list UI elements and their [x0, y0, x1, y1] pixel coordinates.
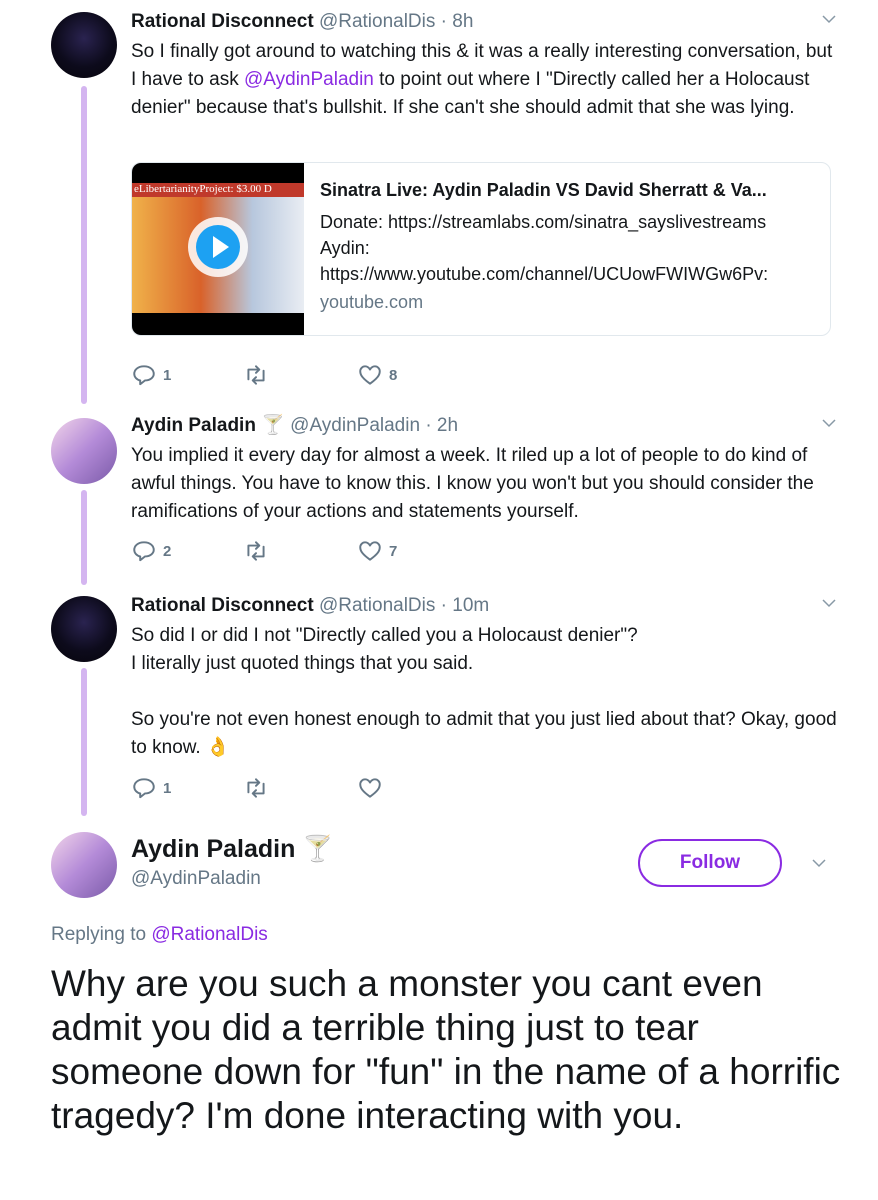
tweet-2: Aydin Paladin 🍸 @AydinPaladin · 2h You i… — [131, 414, 838, 526]
card-title[interactable]: Sinatra Live: Aydin Paladin VS David She… — [320, 177, 822, 203]
tweet-header: Aydin Paladin 🍸 @AydinPaladin · 2h — [131, 414, 838, 438]
author-name[interactable]: Rational Disconnect — [131, 595, 314, 616]
mention-link[interactable]: @RationalDis — [151, 924, 267, 945]
mention-link[interactable]: @AydinPaladin — [244, 69, 374, 90]
retweet-button[interactable] — [243, 775, 269, 801]
reply-button[interactable]: 2 — [131, 538, 171, 564]
tweet-3: Rational Disconnect @RationalDis · 10m S… — [131, 594, 838, 762]
retweet-icon — [247, 365, 265, 385]
reply-icon — [133, 365, 155, 386]
thumbnail-overlay-text: eLibertarianityProject: $3.00 D — [132, 183, 304, 197]
heart-icon — [359, 541, 381, 561]
tweet-1: Rational Disconnect @RationalDis · 8h So… — [131, 10, 838, 122]
chevron-down-icon[interactable] — [820, 10, 838, 36]
chevron-down-icon[interactable] — [820, 594, 838, 620]
reply-button[interactable]: 1 — [131, 362, 171, 388]
avatar-aydin-paladin[interactable] — [51, 832, 117, 898]
author-name[interactable]: Aydin Paladin — [131, 415, 256, 436]
thread-line — [81, 86, 87, 404]
card-domain: youtube.com — [320, 292, 424, 312]
avatar-rational-disconnect[interactable] — [51, 12, 117, 78]
card-text: Sinatra Live: Aydin Paladin VS David She… — [320, 177, 822, 315]
tweet-text: So I finally got around to watching this… — [131, 41, 833, 118]
reply-icon — [133, 541, 155, 562]
follow-button[interactable]: Follow — [638, 839, 782, 887]
author-handle[interactable]: @AydinPaladin — [131, 867, 333, 891]
avatar-rational-disconnect[interactable] — [51, 596, 117, 662]
like-count: 8 — [389, 366, 398, 384]
thread-line — [81, 490, 87, 585]
reply-count: 1 — [163, 779, 172, 797]
card-description: Donate: https://streamlabs.com/sinatra_s… — [320, 212, 769, 284]
like-button[interactable]: 7 — [357, 538, 397, 564]
tweet-time[interactable]: · 10m — [441, 595, 490, 616]
reply-icon — [133, 778, 155, 799]
cocktail-icon: 🍸 — [261, 415, 285, 436]
chevron-down-icon[interactable] — [820, 414, 838, 440]
retweet-button[interactable] — [243, 538, 269, 564]
tweet-header: Rational Disconnect @RationalDis · 10m — [131, 594, 838, 618]
reply-count: 2 — [163, 542, 172, 560]
author-name[interactable]: Rational Disconnect — [131, 11, 314, 32]
author-handle[interactable]: @AydinPaladin — [290, 415, 420, 436]
video-thumbnail[interactable]: eLibertarianityProject: $3.00 D — [132, 163, 304, 335]
retweet-icon — [247, 778, 265, 798]
link-card[interactable]: eLibertarianityProject: $3.00 D Sinatra … — [131, 162, 831, 336]
heart-icon — [359, 365, 381, 385]
tweet-time[interactable]: · 2h — [425, 415, 458, 436]
author-name[interactable]: Aydin Paladin — [131, 835, 295, 863]
like-button[interactable] — [357, 775, 383, 801]
tweet-text: You implied it every day for almost a we… — [131, 445, 814, 522]
reply-button[interactable]: 1 — [131, 775, 171, 801]
main-tweet-text: Why are you such a monster you cant even… — [51, 963, 841, 1136]
retweet-button[interactable] — [243, 362, 269, 388]
tweet-time[interactable]: · 8h — [441, 11, 474, 32]
author-handle[interactable]: @RationalDis — [319, 595, 435, 616]
tweet-text: So did I or did I not "Directly called y… — [131, 625, 838, 758]
chevron-down-icon[interactable] — [810, 854, 828, 877]
avatar-aydin-paladin[interactable] — [51, 418, 117, 484]
replying-to: Replying to @RationalDis — [51, 924, 268, 945]
cocktail-icon: 🍸 — [302, 835, 334, 863]
author-handle[interactable]: @RationalDis — [319, 11, 435, 32]
reply-count: 1 — [163, 366, 172, 384]
main-tweet-header: Aydin Paladin 🍸 @AydinPaladin — [131, 833, 333, 891]
heart-icon — [359, 778, 381, 798]
ok-hand-emoji: 👌 — [206, 737, 230, 758]
like-button[interactable]: 8 — [357, 362, 397, 388]
retweet-icon — [247, 541, 265, 561]
tweet-header: Rational Disconnect @RationalDis · 8h — [131, 10, 838, 34]
thread-line — [81, 668, 87, 816]
play-icon[interactable] — [188, 217, 248, 277]
like-count: 7 — [389, 542, 398, 560]
